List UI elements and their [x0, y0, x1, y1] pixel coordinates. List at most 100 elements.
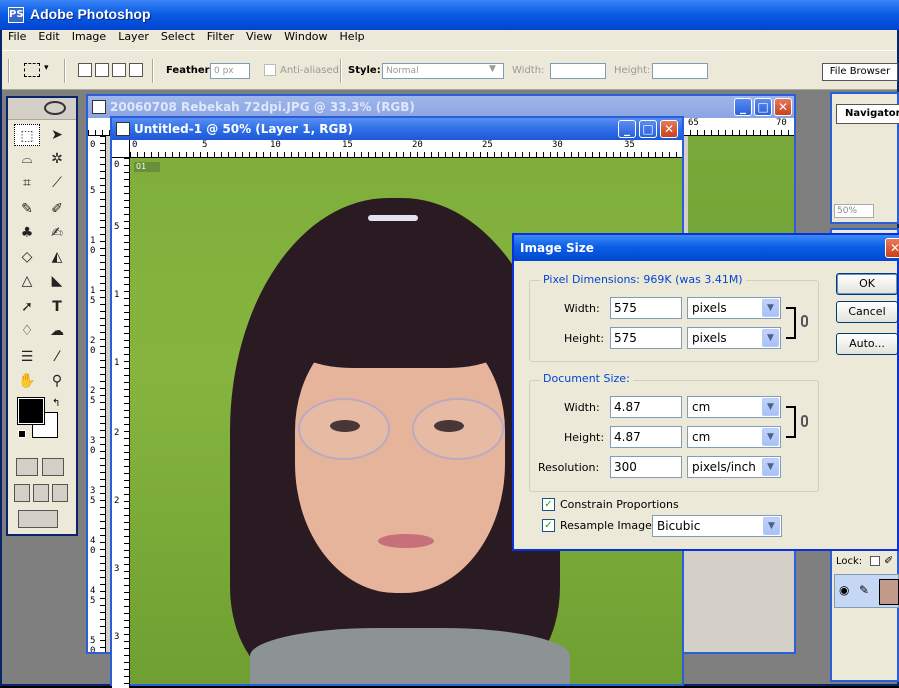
menu-select[interactable]: Select: [155, 30, 201, 43]
constrain-proportions-checkbox[interactable]: ✓: [542, 498, 555, 511]
width-input[interactable]: [550, 63, 606, 79]
pen-tool-icon[interactable]: ♢: [14, 320, 40, 342]
doc-width-input[interactable]: 4.87: [610, 396, 682, 418]
auto-button[interactable]: Auto...: [836, 333, 898, 355]
photoshop-app-icon: PS: [8, 7, 24, 23]
intersect-selection-icon[interactable]: [129, 63, 143, 77]
swap-colors-icon[interactable]: ↰: [52, 398, 60, 409]
close-button[interactable]: ✕: [774, 98, 792, 116]
navigator-tab[interactable]: Navigator: [836, 104, 899, 124]
brush-tool-icon[interactable]: ✐: [44, 198, 70, 220]
new-selection-icon[interactable]: [78, 63, 92, 77]
pixel-width-unit-select[interactable]: pixels ▼: [687, 297, 781, 319]
resample-method-select[interactable]: Bicubic ▼: [652, 515, 782, 537]
paint-bucket-icon[interactable]: ◭: [44, 246, 70, 268]
maximize-button[interactable]: □: [754, 98, 772, 116]
marquee-preset-icon[interactable]: [24, 63, 40, 77]
screen-mode-full-menu-icon[interactable]: [33, 484, 49, 502]
ruler-origin[interactable]: [112, 140, 130, 158]
type-tool-icon[interactable]: T: [44, 296, 70, 318]
style-select[interactable]: Normal: [382, 63, 504, 79]
hand-tool-icon[interactable]: ✋: [14, 370, 40, 392]
feather-input[interactable]: 0 px: [210, 63, 250, 79]
ruler-tick: 2: [114, 496, 120, 506]
chevron-down-icon: ▼: [763, 517, 780, 535]
eraser-tool-icon[interactable]: ◇: [14, 246, 40, 268]
back-doc-title-bar[interactable]: 20060708 Rebekah 72dpi.JPG @ 33.3% (RGB): [88, 96, 794, 118]
subtract-selection-icon[interactable]: [112, 63, 126, 77]
menu-file[interactable]: File: [2, 30, 32, 43]
front-doc-title-bar[interactable]: Untitled-1 @ 50% (Layer 1, RGB): [112, 118, 682, 140]
lock-brush-icon[interactable]: ✐: [884, 554, 893, 567]
slice-tool-icon[interactable]: ⟋: [44, 172, 70, 194]
standard-mode-icon[interactable]: [16, 458, 38, 476]
constrain-proportions-label: Constrain Proportions: [560, 498, 679, 511]
screen-mode-full-icon[interactable]: [52, 484, 68, 502]
resample-image-checkbox[interactable]: ✓: [542, 519, 555, 532]
layer-row[interactable]: ◉ ✎: [834, 574, 899, 608]
back-vertical-ruler: 0 5 1 0 1 5 2 0 2 5 3 0 3 5 4 0 4 5 5 0: [88, 136, 106, 652]
add-selection-icon[interactable]: [95, 63, 109, 77]
ruler-tick: 25: [482, 140, 493, 150]
menu-window[interactable]: Window: [278, 30, 333, 43]
anti-aliased-checkbox[interactable]: [264, 64, 276, 76]
history-brush-icon[interactable]: ✍: [44, 222, 70, 244]
eye-icon[interactable]: ◉: [839, 583, 849, 597]
app-title-bar[interactable]: PS Adobe Photoshop: [0, 0, 899, 30]
navigator-zoom[interactable]: 50%: [834, 204, 874, 218]
zoom-tool-icon[interactable]: ⚲: [44, 370, 70, 392]
clone-stamp-icon[interactable]: ♣: [14, 222, 40, 244]
blur-tool-icon[interactable]: △: [14, 270, 40, 292]
toolbox-header[interactable]: [8, 98, 76, 120]
menu-help[interactable]: Help: [334, 30, 371, 43]
menu-edit[interactable]: Edit: [32, 30, 65, 43]
preset-dropdown-icon[interactable]: ▾: [44, 63, 49, 73]
shape-tool-icon[interactable]: ☁: [44, 320, 70, 342]
doc-height-input[interactable]: 4.87: [610, 426, 682, 448]
pixel-height-input[interactable]: 575: [610, 327, 682, 349]
resolution-unit-select[interactable]: pixels/inch ▼: [687, 456, 781, 478]
foreground-color-swatch[interactable]: [17, 397, 45, 425]
doc-width-unit-select[interactable]: cm ▼: [687, 396, 781, 418]
menu-filter[interactable]: Filter: [201, 30, 240, 43]
pixel-width-input[interactable]: 575: [610, 297, 682, 319]
dialog-title-bar[interactable]: Image Size: [514, 235, 899, 261]
ruler-tick: 2 5: [90, 386, 96, 406]
notes-tool-icon[interactable]: ☰: [14, 346, 40, 368]
quick-mask-icon[interactable]: [42, 458, 64, 476]
height-input[interactable]: [652, 63, 708, 79]
close-icon[interactable]: ✕: [885, 238, 899, 258]
ruler-tick: 3: [114, 632, 120, 642]
front-horizontal-ruler: 0 5 10 15 20 25 30 35: [130, 140, 682, 158]
move-tool-icon[interactable]: ➤: [44, 124, 70, 146]
ok-button[interactable]: OK: [836, 273, 898, 295]
doc-height-unit-select[interactable]: cm ▼: [687, 426, 781, 448]
path-select-icon[interactable]: ➚: [14, 296, 40, 318]
close-button[interactable]: ✕: [660, 120, 678, 138]
minimize-button[interactable]: _: [618, 120, 636, 138]
minimize-button[interactable]: _: [734, 98, 752, 116]
lasso-tool-icon[interactable]: ⌓: [14, 148, 40, 170]
menu-image[interactable]: Image: [66, 30, 112, 43]
menu-layer[interactable]: Layer: [112, 30, 155, 43]
menu-view[interactable]: View: [240, 30, 278, 43]
healing-brush-icon[interactable]: ✎: [14, 198, 40, 220]
lock-transparency-icon[interactable]: [870, 556, 880, 566]
ruler-tick: 5: [90, 186, 96, 196]
pixel-height-unit-select[interactable]: pixels ▼: [687, 327, 781, 349]
screen-mode-standard-icon[interactable]: [14, 484, 30, 502]
file-browser-button[interactable]: File Browser: [822, 63, 898, 81]
default-colors-icon[interactable]: [18, 430, 26, 438]
dodge-tool-icon[interactable]: ◣: [44, 270, 70, 292]
jump-to-imageready-icon[interactable]: [18, 510, 58, 528]
eyedropper-icon[interactable]: ⁄: [44, 346, 70, 368]
crop-tool-icon[interactable]: ⌗: [14, 172, 40, 194]
resolution-input[interactable]: 300: [610, 456, 682, 478]
cancel-button[interactable]: Cancel: [836, 301, 898, 323]
magic-wand-tool-icon[interactable]: ✲: [44, 148, 70, 170]
ruler-tick: 2 0: [90, 336, 96, 356]
ruler-tick: 4 5: [90, 586, 96, 606]
chevron-down-icon: ▼: [762, 428, 779, 446]
maximize-button[interactable]: □: [639, 120, 657, 138]
marquee-tool-icon[interactable]: ⬚: [14, 124, 40, 146]
